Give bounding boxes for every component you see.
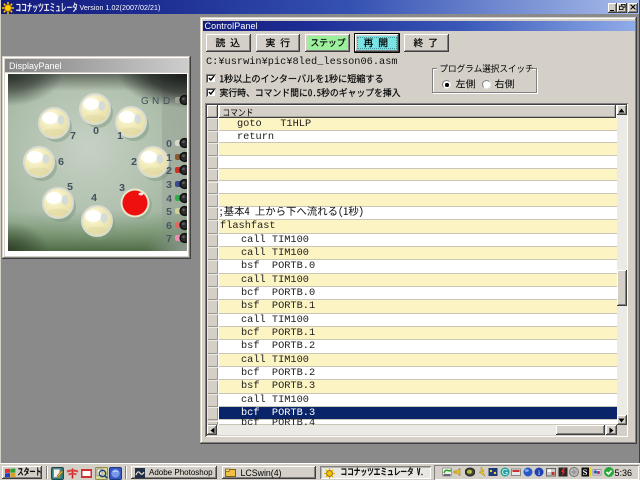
svg-text:4: 4: [91, 192, 97, 204]
svg-text:7: 7: [70, 130, 76, 142]
svg-text:3: 3: [166, 179, 172, 191]
svg-text:N: N: [152, 96, 159, 107]
svg-text:i: i: [538, 468, 540, 477]
svg-text:6: 6: [58, 156, 64, 168]
svg-text:0: 0: [166, 138, 172, 150]
svg-text:7: 7: [166, 233, 172, 245]
svg-text:0: 0: [93, 125, 99, 137]
svg-text:D: D: [163, 96, 170, 107]
svg-text:1: 1: [166, 152, 172, 164]
svg-text:G: G: [501, 468, 507, 477]
svg-text:6: 6: [166, 220, 172, 232]
svg-text:G: G: [141, 96, 149, 107]
svg-text:2: 2: [131, 156, 137, 168]
svg-text:1: 1: [117, 130, 123, 142]
svg-text:3: 3: [119, 182, 125, 194]
svg-text:S: S: [582, 467, 587, 477]
svg-text:2: 2: [166, 165, 172, 177]
svg-text:5: 5: [67, 181, 73, 193]
svg-text:5: 5: [166, 206, 172, 218]
svg-text:4: 4: [166, 193, 172, 205]
